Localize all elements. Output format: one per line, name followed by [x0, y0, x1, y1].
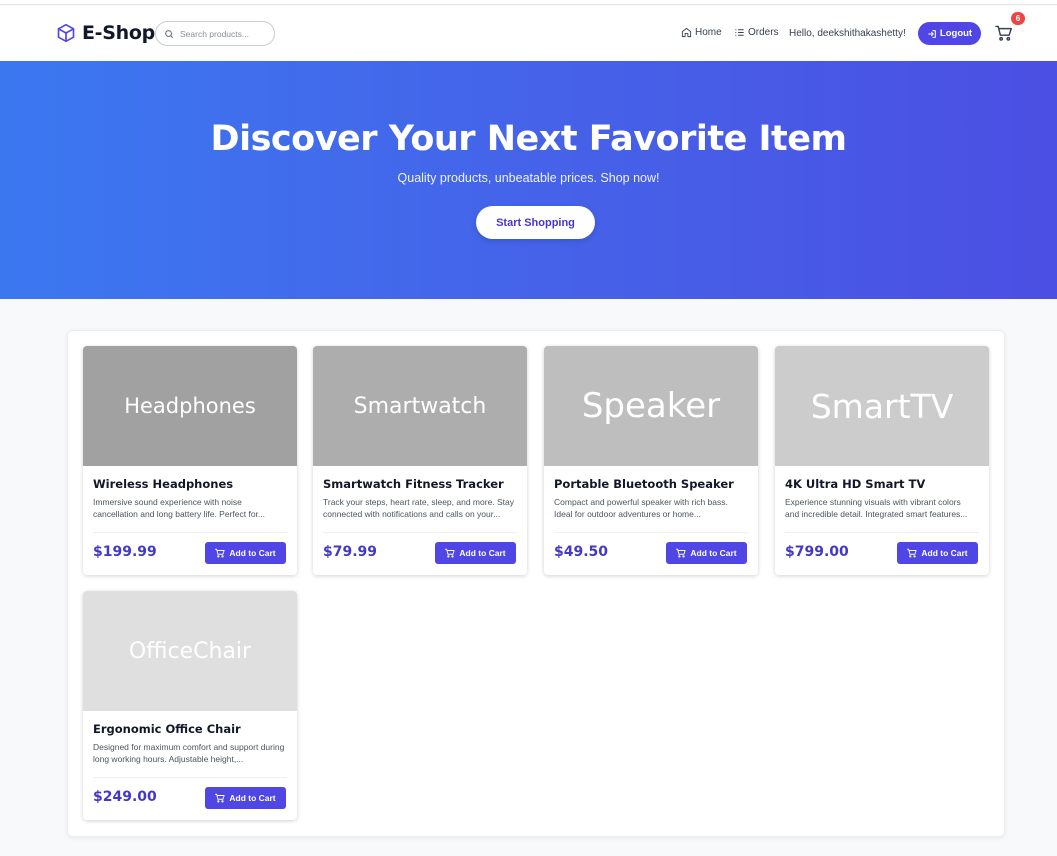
add-to-cart-button[interactable]: Add to Cart: [666, 542, 747, 564]
nav-home-link[interactable]: Home: [681, 27, 722, 38]
cart-icon: [215, 793, 225, 803]
add-to-cart-label: Add to Cart: [690, 548, 737, 558]
add-to-cart-button[interactable]: Add to Cart: [205, 542, 286, 564]
product-image[interactable]: Headphones: [83, 346, 297, 466]
product-card[interactable]: Headphones Wireless Headphones Immersive…: [83, 346, 297, 575]
add-to-cart-button[interactable]: Add to Cart: [897, 542, 978, 564]
search-icon: [165, 29, 174, 38]
product-description: Designed for maximum comfort and support…: [93, 742, 285, 764]
search-box: [155, 21, 275, 46]
add-to-cart-label: Add to Cart: [921, 548, 968, 558]
logout-icon: [928, 29, 936, 38]
product-image[interactable]: OfficeChair: [83, 591, 297, 711]
add-to-cart-label: Add to Cart: [229, 793, 276, 803]
product-description: Track your steps, heart rate, sleep, and…: [323, 497, 515, 519]
card-divider: [323, 532, 517, 533]
card-divider: [785, 532, 979, 533]
product-description: Experience stunning visuals with vibrant…: [785, 497, 968, 519]
nav-orders-label: Orders: [748, 27, 779, 38]
add-to-cart-label: Add to Cart: [229, 548, 276, 558]
brand-logo[interactable]: E-Shop: [56, 22, 155, 44]
cart-icon: [215, 548, 225, 558]
nav-home-label: Home: [695, 27, 722, 38]
product-image[interactable]: Smartwatch: [313, 346, 527, 466]
cart-icon: [907, 548, 917, 558]
list-icon: [735, 29, 744, 36]
cart-icon: [676, 548, 686, 558]
product-description: Immersive sound experience with noise ca…: [93, 497, 265, 519]
nav-orders-link[interactable]: Orders: [734, 27, 779, 38]
top-border: [0, 0, 1057, 5]
product-title[interactable]: Smartwatch Fitness Tracker: [323, 477, 504, 491]
product-price: $249.00: [93, 789, 157, 805]
brand-name: E-Shop: [82, 22, 155, 44]
card-divider: [554, 532, 748, 533]
card-divider: [93, 532, 287, 533]
product-card[interactable]: SmartTV 4K Ultra HD Smart TV Experience …: [775, 346, 989, 575]
add-to-cart-button[interactable]: Add to Cart: [205, 787, 286, 809]
cart-icon[interactable]: [995, 25, 1013, 41]
product-card[interactable]: Speaker Portable Bluetooth Speaker Compa…: [544, 346, 758, 575]
hero-subtitle: Quality products, unbeatable prices. Sho…: [397, 171, 660, 185]
hero-title: Discover Your Next Favorite Item: [210, 119, 847, 159]
add-to-cart-button[interactable]: Add to Cart: [435, 542, 516, 564]
cart-count-badge: 6: [1011, 12, 1025, 25]
product-description: Compact and powerful speaker with rich b…: [554, 497, 728, 519]
product-title[interactable]: Portable Bluetooth Speaker: [554, 477, 734, 491]
product-title[interactable]: Wireless Headphones: [93, 477, 233, 491]
logout-label: Logout: [939, 28, 973, 39]
cart-icon: [445, 548, 455, 558]
product-image[interactable]: SmartTV: [775, 346, 989, 466]
product-price: $799.00: [785, 544, 849, 560]
home-icon: [681, 27, 692, 38]
product-card[interactable]: OfficeChair Ergonomic Office Chair Desig…: [83, 591, 297, 820]
product-image[interactable]: Speaker: [544, 346, 758, 466]
search-input[interactable]: [180, 28, 264, 39]
user-greeting: Hello, deekshithakashetty!: [789, 28, 906, 39]
hero-banner: Discover Your Next Favorite Item Quality…: [0, 61, 1057, 299]
product-price: $49.50: [554, 544, 609, 560]
card-divider: [93, 777, 287, 778]
product-card[interactable]: Smartwatch Smartwatch Fitness Tracker Tr…: [313, 346, 527, 575]
cube-icon: [57, 23, 75, 43]
add-to-cart-label: Add to Cart: [459, 548, 506, 558]
product-title[interactable]: 4K Ultra HD Smart TV: [785, 477, 925, 491]
product-price: $79.99: [323, 544, 378, 560]
product-price: $199.99: [93, 544, 157, 560]
product-title[interactable]: Ergonomic Office Chair: [93, 722, 241, 736]
start-shopping-button[interactable]: Start Shopping: [476, 206, 595, 239]
logout-button[interactable]: Logout: [918, 22, 981, 45]
